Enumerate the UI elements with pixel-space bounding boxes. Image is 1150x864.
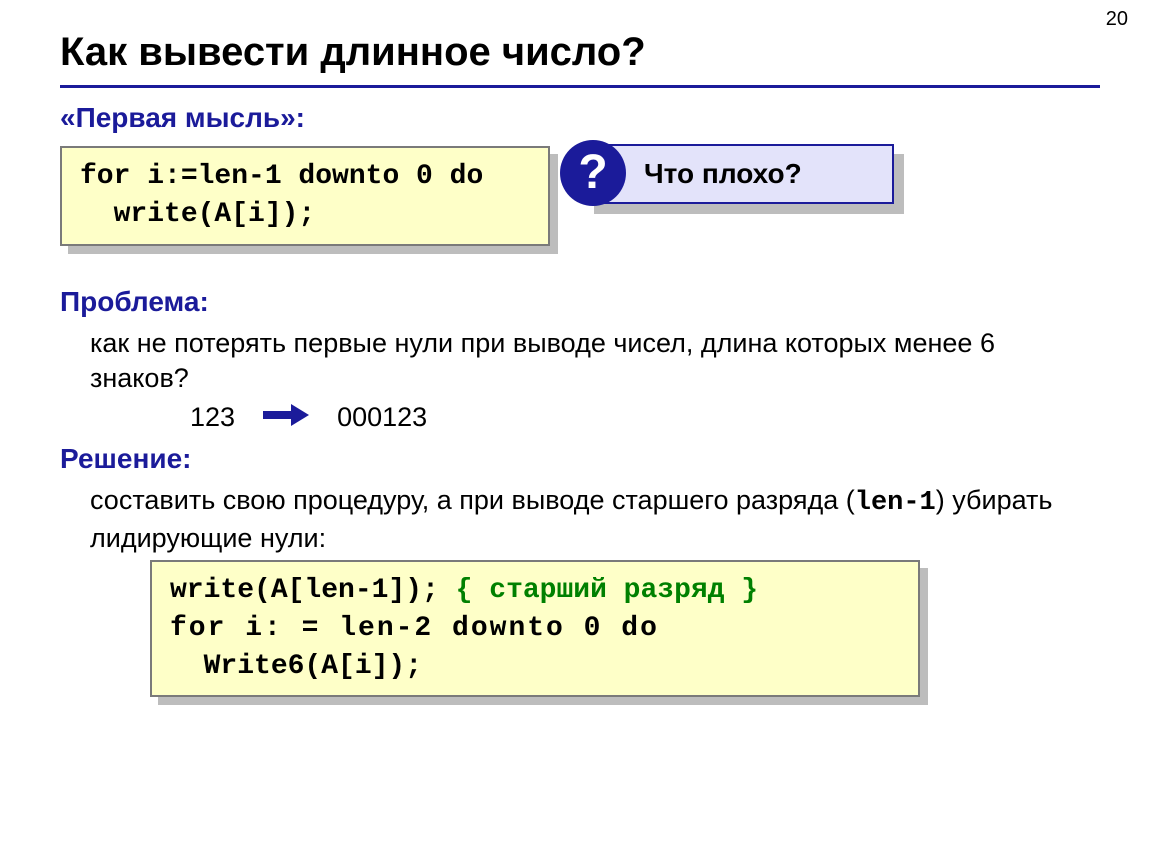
first-thought-row: for i:=len-1 downto 0 do write(A[i]); ? …	[60, 142, 1100, 258]
callout-text: Что плохо?	[644, 158, 802, 190]
code1-line1: for i:=len-1 downto 0 do	[80, 161, 483, 192]
code2-line2: for i: = len-2 downto 0 do	[170, 613, 659, 644]
slide-title: Как вывести длинное число?	[60, 30, 1100, 75]
solution-text: составить свою процедуру, а при выводе с…	[90, 483, 1100, 556]
code2-line3: Write6(A[i]);	[170, 651, 422, 682]
page-number: 20	[1106, 8, 1128, 31]
label-problem: Проблема:	[60, 286, 1100, 318]
example-from: 123	[190, 402, 235, 433]
label-first-thought: «Первая мысль»:	[60, 102, 1100, 134]
label-solution: Решение:	[60, 443, 1100, 475]
code-block-1: for i:=len-1 downto 0 do write(A[i]);	[60, 146, 550, 246]
example-to: 000123	[337, 402, 427, 433]
slide-content: Как вывести длинное число? «Первая мысль…	[0, 0, 1150, 697]
solution-text-code: len-1	[855, 488, 936, 518]
code-block-2: write(A[len-1]); { старший разряд } for …	[150, 560, 920, 697]
code2-comment: { старший разряд }	[456, 575, 758, 606]
code1-line2: write(A[i]);	[80, 199, 315, 230]
solution-text-p1: составить свою процедуру, а при выводе с…	[90, 485, 855, 515]
example-row: 123 000123	[190, 402, 1100, 433]
question-mark-icon: ?	[560, 140, 626, 206]
problem-text: как не потерять первые нули при выводе ч…	[90, 326, 1100, 396]
title-divider	[60, 85, 1100, 88]
callout: ? Что плохо?	[584, 144, 894, 204]
arrow-right-icon	[263, 402, 309, 433]
code2-line1a: write(A[len-1]);	[170, 575, 456, 606]
